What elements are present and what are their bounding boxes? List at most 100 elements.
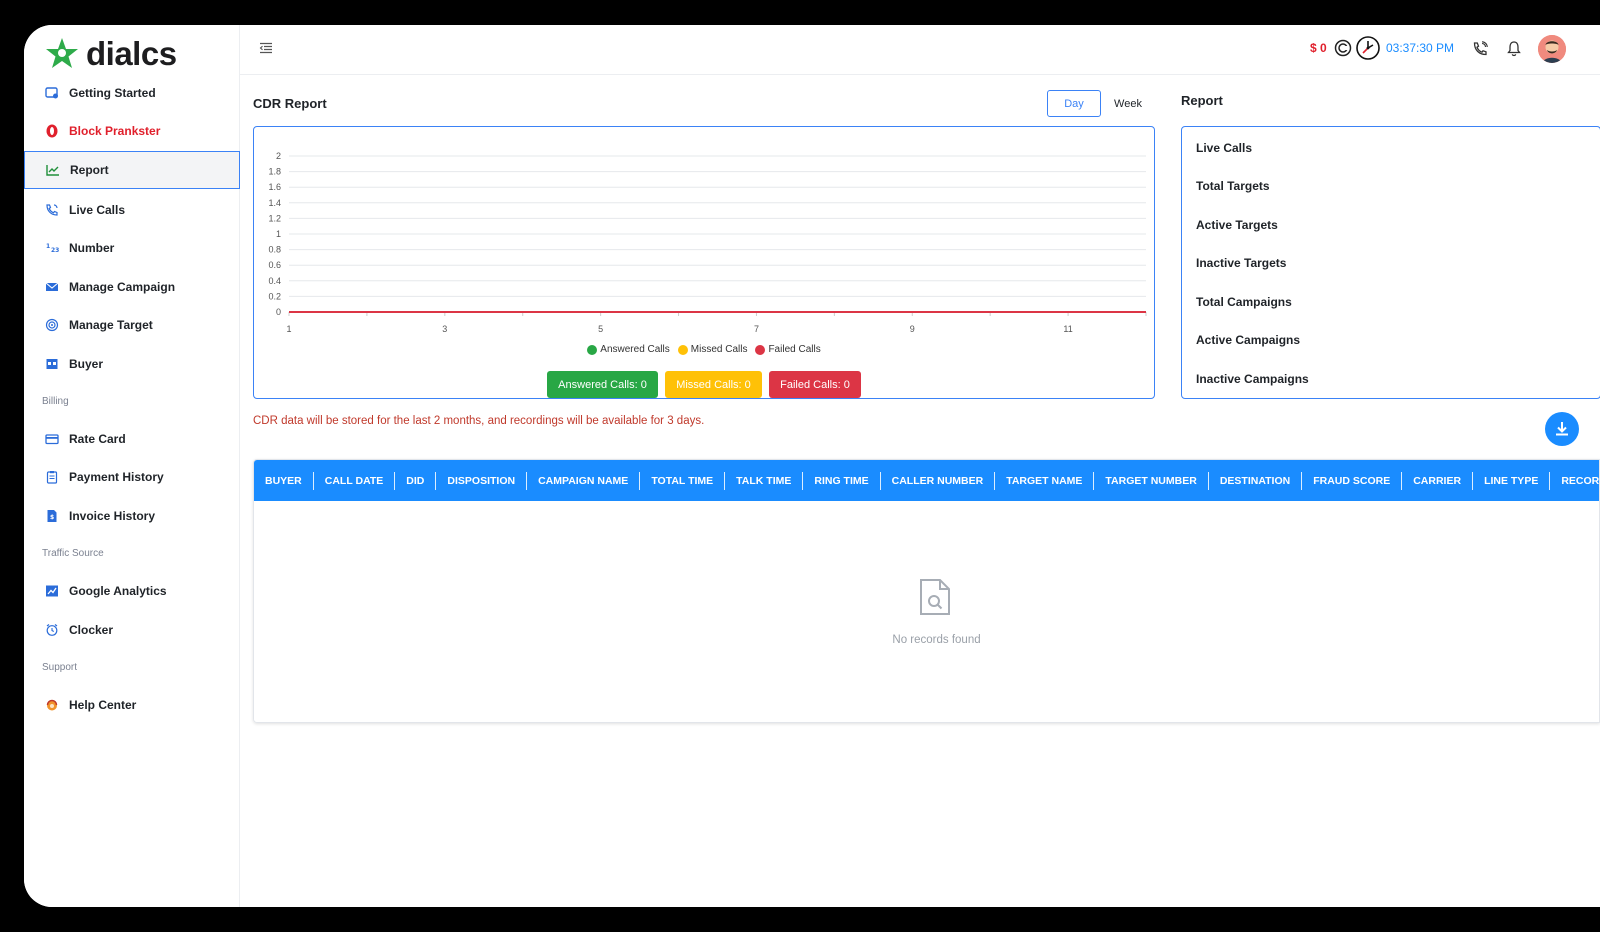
sidebar-item-buyer[interactable]: Buyer — [24, 345, 240, 383]
clipboard-icon — [45, 470, 59, 484]
week-toggle-button[interactable]: Week — [1104, 90, 1152, 117]
column-header[interactable]: CAMPAIGN NAME — [527, 471, 641, 490]
sidebar-item-clocker[interactable]: Clocker — [24, 611, 240, 649]
sidebar-item-block-prankster[interactable]: Block Prankster — [24, 112, 240, 150]
report-item-live-calls: Live Calls — [1196, 141, 1253, 155]
legend-item[interactable]: Missed Calls — [677, 344, 747, 355]
x-tick-label: 1 — [286, 324, 291, 334]
x-tick-label: 3 — [442, 324, 447, 334]
column-header[interactable]: DESTINATION — [1209, 471, 1303, 490]
sidebar-item-google-analytics[interactable]: Google Analytics — [24, 572, 240, 610]
sidebar-item-report[interactable]: Report — [24, 151, 240, 189]
svg-text:23: 23 — [51, 247, 59, 254]
answered-calls-button[interactable]: Answered Calls: 0 — [547, 371, 658, 398]
analytics-icon — [45, 584, 59, 598]
y-tick-label: 1.4 — [268, 198, 281, 208]
sidebar-item-rate-card[interactable]: Rate Card — [24, 420, 240, 458]
menu-collapse-icon[interactable] — [259, 42, 273, 54]
phone-icon[interactable] — [1472, 41, 1488, 57]
balance-amount: $ 0 — [1310, 41, 1327, 55]
brand-logo[interactable]: dialcs — [44, 35, 177, 73]
launch-icon — [45, 86, 59, 100]
legend-item[interactable]: Answered Calls — [587, 344, 670, 355]
legend-item[interactable]: Failed Calls — [755, 344, 821, 355]
sidebar-item-number[interactable]: 1 23 Number — [24, 229, 240, 267]
failed-calls-button[interactable]: Failed Calls: 0 — [769, 371, 861, 398]
legend-dot-icon — [677, 344, 688, 355]
sidebar-item-label: Google Analytics — [69, 584, 167, 598]
sidebar-item-label: Help Center — [69, 698, 137, 712]
y-tick-label: 1.6 — [268, 182, 281, 192]
column-header[interactable]: TALK TIME — [725, 471, 804, 490]
bell-icon[interactable] — [1506, 40, 1522, 57]
sidebar-item-help-center[interactable]: Help Center — [24, 686, 240, 724]
user-avatar[interactable] — [1538, 35, 1566, 63]
column-header[interactable]: TARGET NUMBER — [1094, 471, 1209, 490]
column-header[interactable]: BUYER — [254, 471, 314, 490]
y-tick-label: 0.8 — [268, 245, 281, 255]
cdr-line-chart: 21.81.61.41.210.80.60.40.201 3 5 7 9 11 — [268, 151, 1147, 334]
y-tick-label: 0.4 — [268, 276, 281, 286]
cdr-report-title: CDR Report — [253, 96, 327, 111]
column-header[interactable]: RECORDING — [1550, 472, 1599, 490]
y-tick-label: 0.6 — [268, 260, 281, 270]
column-header[interactable]: CALLER NUMBER — [881, 471, 996, 490]
currency-icon[interactable] — [1334, 39, 1352, 57]
column-header[interactable]: CARRIER — [1402, 471, 1474, 490]
star-logo-icon — [46, 38, 78, 68]
column-header[interactable]: TOTAL TIME — [640, 471, 726, 490]
file-search-icon — [920, 579, 950, 615]
y-tick-label: 0 — [276, 307, 281, 317]
x-tick-label: 7 — [754, 324, 759, 334]
report-item-inactive-targets: Inactive Targets — [1196, 256, 1287, 270]
sidebar-item-getting-started[interactable]: Getting Started — [24, 74, 240, 112]
report-title: Report — [1181, 93, 1223, 108]
sidebar-item-label: Payment History — [69, 470, 164, 484]
svg-text:$: $ — [50, 514, 54, 521]
column-header[interactable]: DID — [395, 471, 437, 490]
y-tick-label: 1.2 — [268, 213, 281, 223]
sidebar-item-label: Manage Campaign — [69, 280, 176, 294]
day-toggle-button[interactable]: Day — [1047, 90, 1101, 117]
column-header[interactable]: TARGET NAME — [995, 471, 1095, 490]
block-icon — [45, 124, 59, 138]
column-header[interactable]: LINE TYPE — [1473, 471, 1551, 490]
sidebar-item-label: Invoice History — [69, 509, 156, 523]
column-header[interactable]: RING TIME — [803, 471, 881, 490]
sidebar-item-label: Clocker — [69, 623, 114, 637]
retention-notice: CDR data will be stored for the last 2 m… — [253, 415, 705, 427]
sidebar-item-live-calls[interactable]: Live Calls — [24, 191, 240, 229]
envelope-icon — [45, 280, 59, 294]
target-icon — [45, 318, 59, 332]
support-agent-icon — [45, 698, 59, 712]
cdr-chart-card: 2 1.8 1.6 1.4 1.2 1 0.8 0.6 0.4 0.2 0 1 3 5 7 9 11 Answe… — [253, 126, 1155, 399]
store-icon — [45, 357, 59, 371]
report-item-total-targets: Total Targets — [1196, 179, 1270, 193]
section-heading-support: Support — [42, 662, 78, 673]
user-portrait-icon — [1538, 35, 1566, 63]
column-header[interactable]: FRAUD SCORE — [1302, 471, 1403, 490]
sidebar-item-label: Rate Card — [69, 432, 126, 446]
column-header[interactable]: DISPOSITION — [436, 471, 528, 490]
download-button[interactable] — [1545, 412, 1579, 446]
phone-call-icon — [45, 203, 59, 217]
brand-name: dialcs — [86, 35, 177, 72]
column-header[interactable]: CALL DATE — [314, 471, 396, 490]
chart-line-icon — [46, 163, 60, 177]
sidebar-item-invoice-history[interactable]: $ Invoice History — [24, 497, 240, 535]
sidebar-item-manage-campaign[interactable]: Manage Campaign — [24, 268, 240, 306]
report-summary-card: Live Calls Total Targets Active Targets … — [1181, 126, 1600, 399]
sidebar-item-payment-history[interactable]: Payment History — [24, 458, 240, 496]
svg-text:1: 1 — [46, 243, 50, 250]
report-item-active-targets: Active Targets — [1196, 218, 1278, 232]
section-heading-traffic-source: Traffic Source — [42, 548, 104, 559]
sidebar-item-label: Getting Started — [69, 86, 156, 100]
x-tick-label: 11 — [1063, 324, 1072, 334]
missed-calls-button[interactable]: Missed Calls: 0 — [665, 371, 762, 398]
clock-icon — [1356, 36, 1380, 60]
sidebar: dialcs Getting Started Block Prankster R… — [24, 25, 240, 907]
app-screen: dialcs Getting Started Block Prankster R… — [24, 25, 1600, 907]
device-frame: dialcs Getting Started Block Prankster R… — [0, 0, 1600, 932]
legend-dot-icon — [587, 344, 598, 355]
sidebar-item-manage-target[interactable]: Manage Target — [24, 306, 240, 344]
